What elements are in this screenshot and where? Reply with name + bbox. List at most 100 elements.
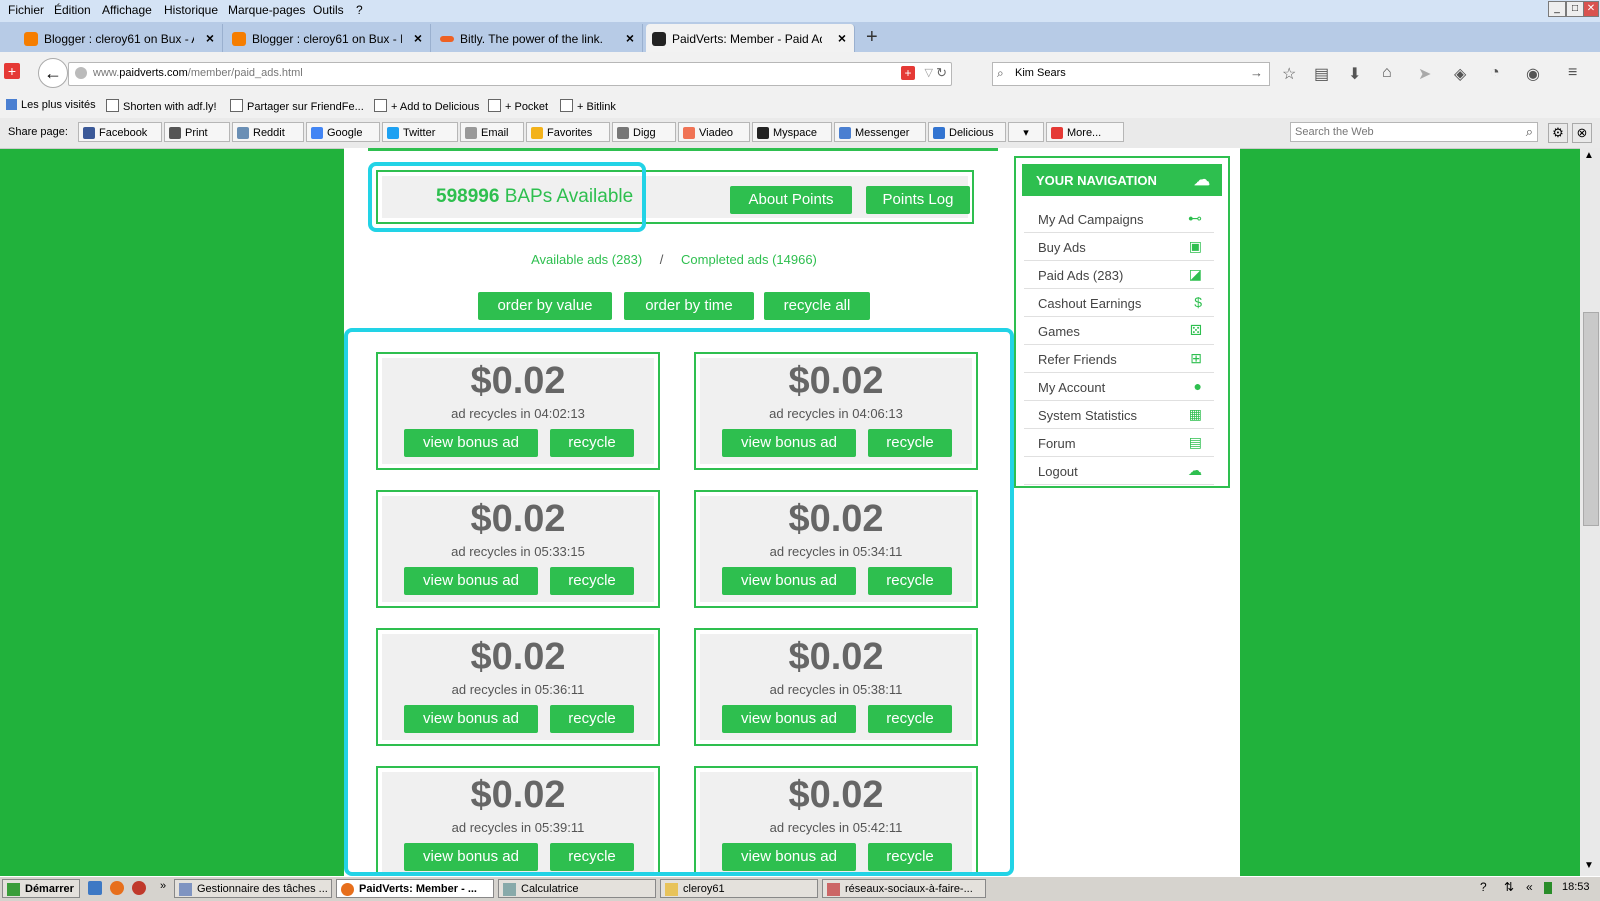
completed-ads-link[interactable]: Completed ads (14966) [681, 252, 817, 267]
available-ads-link[interactable]: Available ads (283) [531, 252, 642, 267]
bookmark-adfly[interactable]: Shorten with adf.ly! [106, 99, 217, 113]
menu-historique[interactable]: Historique [164, 3, 218, 17]
task-calculatrice[interactable]: Calculatrice [498, 879, 656, 898]
nav-item-my-ad-campaigns[interactable]: My Ad Campaigns ⊷ [1024, 206, 1214, 233]
menu-icon[interactable]: ≡ [1568, 64, 1577, 82]
history-icon[interactable]: ◔ [1490, 64, 1500, 82]
search-input[interactable]: Kim Sears [1015, 67, 1066, 79]
home-icon[interactable]: ⌂ [1382, 64, 1392, 82]
share-print-button[interactable]: Print [164, 122, 230, 142]
close-icon[interactable]: ⊗ [1572, 123, 1592, 143]
nav-item-my-account[interactable]: My Account ● [1024, 374, 1214, 401]
share-email-button[interactable]: Email [460, 122, 524, 142]
recycle-all-button[interactable]: recycle all [764, 292, 870, 320]
chat-icon[interactable]: ◉ [1526, 64, 1540, 84]
ie-icon[interactable] [88, 881, 102, 895]
highlight-box [368, 162, 646, 232]
menu-fichier[interactable]: Fichier [8, 3, 44, 17]
search-icon[interactable]: ⌕ [1526, 124, 1533, 140]
tray-expand-icon[interactable]: « [1526, 880, 1533, 894]
menu-edition[interactable]: Édition [54, 3, 91, 17]
send-icon[interactable]: ➤ [1418, 64, 1431, 84]
share-dropdown-button[interactable]: ▾ [1008, 122, 1044, 142]
share-google-button[interactable]: Google [306, 122, 380, 142]
nav-item-system-statistics[interactable]: System Statistics ▦ [1024, 402, 1214, 429]
start-button[interactable]: Démarrer [2, 879, 80, 898]
tab-blogger-1[interactable]: Blogger : cleroy61 on Bux - A... × [18, 24, 223, 52]
scroll-up-icon[interactable]: ▲ [1584, 150, 1594, 161]
web-search-input[interactable]: Search the Web ⌕ [1290, 122, 1538, 142]
order-by-value-button[interactable]: order by value [478, 292, 612, 320]
reload-icon[interactable]: ↻ [936, 65, 947, 81]
reading-list-icon[interactable]: ▤ [1314, 64, 1329, 84]
share-icon: ⊷ [1188, 210, 1202, 226]
order-by-time-button[interactable]: order by time [624, 292, 754, 320]
addthis-icon[interactable]: + [901, 66, 915, 80]
app-icon[interactable] [132, 881, 146, 895]
dropdown-icon[interactable]: ▽ [925, 66, 933, 79]
task-cleroy61[interactable]: cleroy61 [660, 879, 818, 898]
task-gestionnaire[interactable]: Gestionnaire des tâches ... [174, 879, 332, 898]
bookmark-bitlink[interactable]: + Bitlink [560, 99, 616, 113]
share-more-button[interactable]: More... [1046, 122, 1124, 142]
addthis-icon[interactable]: + [4, 63, 20, 79]
about-points-button[interactable]: About Points [730, 186, 852, 214]
share-delicious-button[interactable]: Delicious [928, 122, 1006, 142]
nav-item-paid-ads[interactable]: Paid Ads (283) ◪ [1024, 262, 1214, 289]
url-bar[interactable]: www.paidverts.com/member/paid_ads.html +… [68, 62, 952, 86]
maximize-button[interactable]: □ [1566, 1, 1584, 17]
menu-help[interactable]: ? [356, 3, 363, 17]
nav-item-logout[interactable]: Logout ☁ [1024, 458, 1214, 485]
back-button[interactable]: ← [38, 58, 68, 88]
close-tab-icon[interactable]: × [838, 30, 846, 46]
new-tab-icon[interactable]: + [866, 26, 878, 49]
close-tab-icon[interactable]: × [414, 30, 422, 46]
pocket-icon[interactable]: ◈ [1454, 64, 1466, 84]
tray-app-icon[interactable] [1544, 882, 1552, 894]
scroll-thumb[interactable] [1583, 312, 1599, 526]
close-window-button[interactable]: ✕ [1583, 1, 1599, 17]
menu-affichage[interactable]: Affichage [102, 3, 152, 17]
search-bar[interactable]: ⌕ Kim Sears → [992, 62, 1270, 86]
share-myspace-button[interactable]: Myspace [752, 122, 832, 142]
nav-item-refer-friends[interactable]: Refer Friends ⊞ [1024, 346, 1214, 373]
task-paidverts[interactable]: PaidVerts: Member - ... [336, 879, 494, 898]
help-icon[interactable]: ? [1480, 880, 1487, 894]
menu-marque-pages[interactable]: Marque-pages [228, 3, 305, 17]
bookmark-friendfeed[interactable]: Partager sur FriendFe... [230, 99, 364, 113]
minimize-button[interactable]: _ [1548, 1, 1566, 17]
share-viadeo-button[interactable]: Viadeo [678, 122, 750, 142]
share-favorites-button[interactable]: Favorites [526, 122, 610, 142]
firefox-icon[interactable] [110, 881, 124, 895]
share-digg-button[interactable]: Digg [612, 122, 676, 142]
nav-item-cashout-earnings[interactable]: Cashout Earnings $ [1024, 290, 1214, 317]
points-log-button[interactable]: Points Log [866, 186, 970, 214]
nav-item-label: Forum [1038, 436, 1076, 451]
share-reddit-button[interactable]: Reddit [232, 122, 304, 142]
share-messenger-button[interactable]: Messenger [834, 122, 926, 142]
network-icon[interactable]: ⇅ [1504, 880, 1514, 894]
nav-item-label: Logout [1038, 464, 1078, 479]
close-tab-icon[interactable]: × [206, 30, 214, 46]
menu-outils[interactable]: Outils [313, 3, 344, 17]
share-facebook-button[interactable]: Facebook [78, 122, 162, 142]
tab-blogger-2[interactable]: Blogger : cleroy61 on Bux - M... × [226, 24, 431, 52]
download-icon[interactable]: ⬇ [1348, 64, 1361, 84]
tab-paidverts[interactable]: PaidVerts: Member - Paid Ads × [646, 24, 855, 52]
bookmark-star-icon[interactable]: ☆ [1282, 64, 1296, 84]
bookmark-pocket[interactable]: + Pocket [488, 99, 548, 113]
close-tab-icon[interactable]: × [626, 30, 634, 46]
share-twitter-button[interactable]: Twitter [382, 122, 458, 142]
nav-item-games[interactable]: Games ⚄ [1024, 318, 1214, 345]
bookmark-delicious[interactable]: + Add to Delicious [374, 99, 479, 113]
bookmark-most-visited[interactable]: Les plus visités [6, 99, 96, 111]
tab-bitly[interactable]: Bitly. The power of the link. × [434, 24, 643, 52]
scroll-down-icon[interactable]: ▼ [1584, 860, 1594, 871]
nav-item-forum[interactable]: Forum ▤ [1024, 430, 1214, 457]
go-arrow-icon[interactable]: → [1250, 65, 1263, 80]
page-scrollbar[interactable]: ▲ ▼ [1580, 148, 1600, 876]
quick-launch-more-icon[interactable]: » [160, 880, 166, 892]
gear-icon[interactable]: ⚙ [1548, 123, 1568, 143]
task-reseaux[interactable]: réseaux-sociaux-à-faire-... [822, 879, 986, 898]
nav-item-buy-ads[interactable]: Buy Ads ▣ [1024, 234, 1214, 261]
